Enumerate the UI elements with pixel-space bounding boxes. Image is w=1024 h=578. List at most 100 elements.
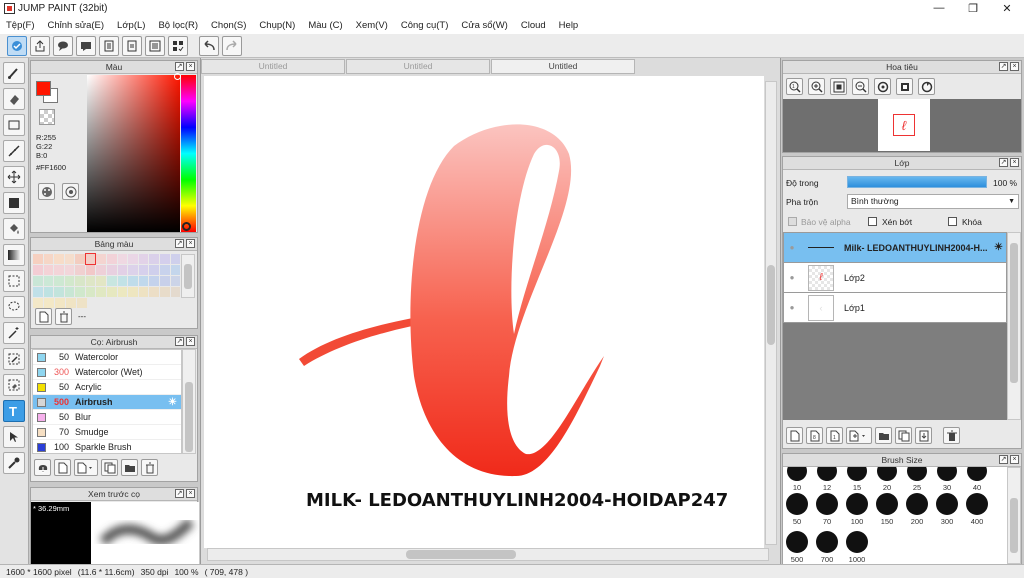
panel-close-icon[interactable]: × [1010, 455, 1019, 464]
brush-size-dot[interactable] [907, 467, 927, 481]
line-tool-icon[interactable] [3, 140, 25, 162]
palette-swatch[interactable] [117, 254, 128, 264]
brush-size-dot[interactable] [967, 467, 987, 481]
hue-slider[interactable] [181, 75, 196, 232]
palette-swatch[interactable] [75, 265, 85, 275]
brush-item[interactable]: 50 Acrylic [33, 380, 181, 395]
menu-window[interactable]: Cửa sổ(W) [461, 20, 507, 31]
list-icon[interactable] [145, 35, 165, 56]
brush-copy-icon[interactable] [101, 459, 118, 476]
palette-swatch[interactable] [138, 265, 149, 275]
zoom-actual-icon[interactable]: 1 [786, 78, 803, 95]
document-tab[interactable]: Untitled [201, 59, 345, 74]
brush-size-dot[interactable] [876, 493, 898, 515]
move-tool-icon[interactable] [3, 166, 25, 188]
panel-float-icon[interactable]: ↗ [999, 158, 1008, 167]
rotate-icon[interactable] [874, 78, 891, 95]
canvas-horizontal-scrollbar[interactable] [207, 548, 769, 561]
layer-folder-icon[interactable] [875, 427, 892, 444]
palette-swatch[interactable] [75, 276, 85, 286]
new-layer-menu-icon[interactable] [846, 427, 872, 444]
palette-swatch[interactable] [159, 287, 170, 297]
lock-checkbox[interactable] [948, 217, 957, 226]
magic-wand-tool-icon[interactable] [3, 322, 25, 344]
panel-float-icon[interactable]: ↗ [175, 337, 184, 346]
operation-tool-icon[interactable] [3, 426, 25, 448]
navigator-view[interactable]: ℓ [783, 99, 1021, 152]
palette-swatch[interactable] [170, 276, 181, 286]
layer-list-scrollbar[interactable] [1007, 232, 1021, 420]
menu-tools[interactable]: Công cụ(T) [401, 20, 449, 31]
brush-item[interactable]: 300 Watercolor (Wet) [33, 365, 181, 380]
panel-close-icon[interactable]: × [186, 337, 195, 346]
palette-swatch[interactable] [43, 265, 54, 275]
panel-close-icon[interactable]: × [1010, 158, 1019, 167]
palette-swatch[interactable] [33, 287, 43, 297]
layer-row-selected[interactable]: ● Milk- LEDOANTHUYLINH2004-H... ☀ [783, 233, 1007, 263]
layer-row[interactable]: ● ℓ Lớp2 [783, 263, 1007, 293]
brush-size-dot[interactable] [846, 531, 868, 553]
message-icon[interactable] [76, 35, 96, 56]
brush-folder-icon[interactable] [121, 459, 138, 476]
export-icon[interactable] [30, 35, 50, 56]
palette-swatch[interactable] [54, 276, 64, 286]
fit-window-icon[interactable] [830, 78, 847, 95]
palette-swatch[interactable] [138, 254, 149, 264]
brush-size-dot[interactable] [906, 493, 928, 515]
new-layer-icon[interactable] [786, 427, 803, 444]
blend-mode-select[interactable]: Bình thường ▼ [847, 194, 1019, 209]
visibility-icon[interactable]: ● [784, 303, 800, 312]
lasso-tool-icon[interactable] [3, 296, 25, 318]
document-tab[interactable]: Untitled [346, 59, 490, 74]
palette-swatch[interactable] [43, 287, 54, 297]
palette-swatch[interactable] [75, 287, 85, 297]
brush-size-dot[interactable] [936, 493, 958, 515]
palette-swatch[interactable] [159, 265, 170, 275]
brush-delete-icon[interactable] [141, 459, 158, 476]
foreground-color-swatch[interactable] [36, 81, 51, 96]
redo-icon[interactable] [222, 35, 242, 56]
palette-swatch[interactable] [33, 276, 43, 286]
visibility-icon[interactable]: ● [784, 243, 800, 252]
menu-color[interactable]: Màu (C) [308, 20, 342, 31]
opacity-slider[interactable] [847, 176, 987, 188]
brush-item[interactable]: 100 Sparkle Brush [33, 440, 181, 453]
page-icon[interactable] [122, 35, 142, 56]
brush-size-dot[interactable] [877, 467, 897, 481]
brush-size-dot[interactable] [847, 467, 867, 481]
palette-swatch[interactable] [170, 265, 181, 275]
palette-swatch[interactable] [128, 287, 138, 297]
palette-swatch[interactable] [117, 276, 128, 286]
palette-swatch[interactable] [85, 287, 96, 297]
palette-swatch[interactable] [85, 276, 96, 286]
menu-cloud[interactable]: Cloud [521, 20, 546, 31]
document-tab-active[interactable]: Untitled [491, 59, 635, 74]
menu-layer[interactable]: Lớp(L) [117, 20, 145, 31]
clipping-checkbox[interactable] [868, 217, 877, 226]
palette-swatch[interactable] [107, 276, 117, 286]
delete-palette-icon[interactable] [55, 308, 72, 325]
brush-size-dot[interactable] [786, 531, 808, 553]
brush-size-dot[interactable] [816, 493, 838, 515]
palette-swatch[interactable] [96, 287, 107, 297]
palette-swatch[interactable] [128, 265, 138, 275]
palette-swatch[interactable] [107, 254, 117, 264]
palette-swatch[interactable] [55, 298, 65, 308]
palette-swatch[interactable] [33, 265, 43, 275]
menu-select[interactable]: Chọn(S) [211, 20, 246, 31]
palette-swatch[interactable] [54, 254, 64, 264]
new-brush-icon[interactable] [54, 459, 71, 476]
brush-item[interactable]: 50 Blur [33, 410, 181, 425]
panel-close-icon[interactable]: × [1010, 62, 1019, 71]
panel-float-icon[interactable]: ↗ [175, 239, 184, 248]
protect-alpha-checkbox[interactable] [788, 217, 797, 226]
new-1bit-layer-icon[interactable]: 1 [826, 427, 843, 444]
color-wheel-button[interactable] [38, 183, 55, 200]
selection-eraser-tool-icon[interactable] [3, 374, 25, 396]
brush-tool-icon[interactable] [3, 62, 25, 84]
palette-swatch[interactable] [138, 287, 149, 297]
panel-close-icon[interactable]: × [186, 239, 195, 248]
zoom-in-icon[interactable] [808, 78, 825, 95]
merge-layer-icon[interactable] [915, 427, 932, 444]
minimize-button[interactable]: — [922, 0, 956, 16]
